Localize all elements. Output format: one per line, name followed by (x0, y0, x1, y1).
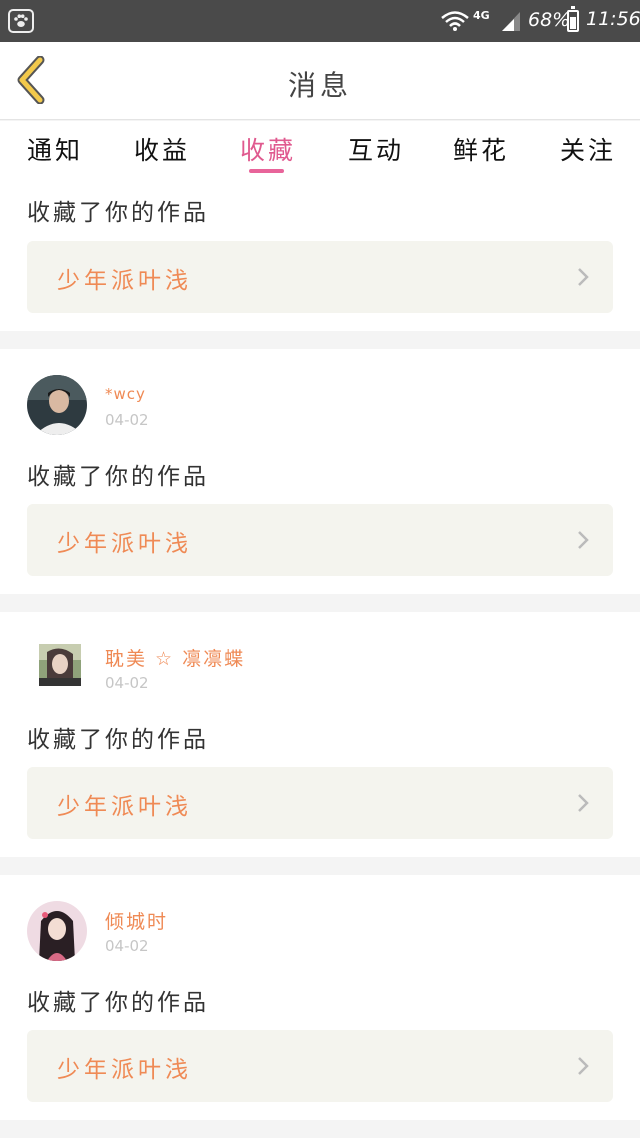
clock: 11:56 (586, 8, 640, 30)
wifi-icon (441, 11, 469, 31)
tab-following[interactable]: 关注 (560, 131, 616, 167)
app-paw-icon (8, 9, 34, 33)
username[interactable]: *wcy (105, 385, 146, 403)
battery-icon (567, 6, 579, 32)
chevron-right-icon (578, 531, 589, 549)
notification-card: 倾城时 04-02 收藏了你的作品 少年派叶浅 (0, 875, 640, 1120)
notification-date: 04-02 (105, 937, 149, 955)
notification-card: *wcy 04-02 收藏了你的作品 少年派叶浅 (0, 349, 640, 594)
notification-date: 04-02 (105, 411, 149, 429)
tab-favorites[interactable]: 收藏 (240, 131, 296, 167)
notification-card: 耽美 ☆ 凛凛蝶 04-02 收藏了你的作品 少年派叶浅 (0, 612, 640, 857)
notification-date: 04-02 (105, 674, 149, 692)
active-tab-indicator (249, 169, 284, 173)
chevron-right-icon (578, 1057, 589, 1075)
tab-notifications[interactable]: 通知 (27, 131, 83, 167)
username[interactable]: 耽美 ☆ 凛凛蝶 (105, 644, 245, 671)
work-link[interactable]: 少年派叶浅 (27, 504, 613, 576)
network-type: 4G (473, 9, 490, 22)
header: 消息 (0, 42, 640, 120)
work-link[interactable]: 少年派叶浅 (27, 767, 613, 839)
tab-interactions[interactable]: 互动 (348, 131, 404, 167)
notification-action: 收藏了你的作品 (27, 200, 209, 226)
avatar[interactable] (39, 644, 81, 686)
battery-percent: 68% (528, 9, 571, 31)
avatar[interactable] (27, 375, 87, 435)
tab-bar: 通知 收益 收藏 互动 鲜花 关注 (0, 121, 640, 181)
page-title: 消息 (287, 69, 352, 102)
tab-earnings[interactable]: 收益 (134, 131, 190, 167)
notification-action: 收藏了你的作品 (27, 727, 209, 753)
tab-flowers[interactable]: 鲜花 (453, 131, 509, 167)
signal-icon (502, 12, 520, 31)
chevron-right-icon (578, 794, 589, 812)
avatar[interactable] (27, 901, 87, 961)
work-title: 少年派叶浅 (57, 531, 192, 557)
chevron-right-icon (578, 268, 589, 286)
username[interactable]: 倾城时 (105, 907, 168, 934)
work-title: 少年派叶浅 (57, 268, 192, 294)
notification-action: 收藏了你的作品 (27, 990, 209, 1016)
work-title: 少年派叶浅 (57, 1057, 192, 1083)
work-link[interactable]: 少年派叶浅 (27, 241, 613, 313)
notification-card: 收藏了你的作品 少年派叶浅 (0, 181, 640, 331)
work-title: 少年派叶浅 (57, 794, 192, 820)
status-bar: 4G 68% 11:56 (0, 0, 640, 42)
notification-action: 收藏了你的作品 (27, 464, 209, 490)
work-link[interactable]: 少年派叶浅 (27, 1030, 613, 1102)
